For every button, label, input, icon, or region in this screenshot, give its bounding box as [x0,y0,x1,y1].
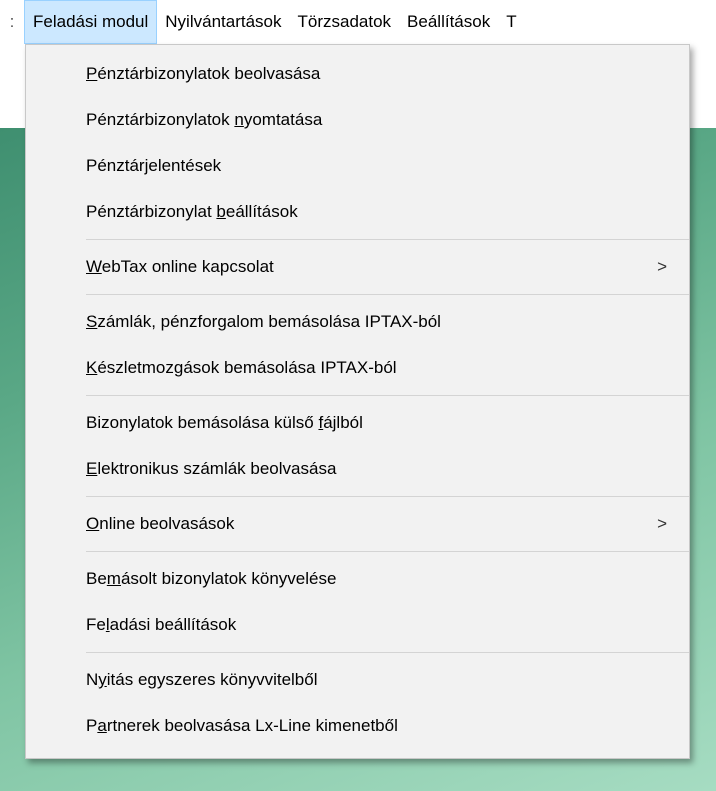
menu-item-label: Feladási beállítások [86,615,236,635]
menu-item-webtax-online-kapcsolat[interactable]: WebTax online kapcsolat > [26,244,689,290]
menubar-separator: : [9,12,15,31]
label-text: yomtatása [243,110,323,129]
accelerator-key: O [86,514,100,533]
label-text: rtnerek beolvasása Lx-Line kimenetből [106,716,398,735]
accelerator-key: n [234,110,244,129]
menu-item-bizonylatok-bemasolasa-kulso-fajlbol[interactable]: Bizonylatok bemásolása külső fájlból [26,400,689,446]
label-text: P [86,716,98,735]
menu-separator [86,294,689,295]
accelerator-key: a [97,716,107,735]
menu-item-label: Elektronikus számlák beolvasása [86,459,336,479]
label-text: észletmozgások bemásolása IPTAX-ból [97,358,397,377]
menu-separator [86,496,689,497]
menu-item-label: Pénztárbizonylatok nyomtatása [86,110,322,130]
menu-item-penztarbizonylatok-nyomtatasa[interactable]: Pénztárbizonylatok nyomtatása [26,97,689,143]
menu-truncated-item[interactable]: T [498,0,524,44]
menu-item-penztarbizonylat-beallitasok[interactable]: Pénztárbizonylat beállítások [26,189,689,235]
accelerator-key: P [86,64,98,83]
menu-item-elektronikus-szamlak-beolvasasa[interactable]: Elektronikus számlák beolvasása [26,446,689,492]
label-text: nline beolvasások [99,514,235,533]
menu-torzsadatok[interactable]: Törzsadatok [290,0,400,44]
label-text: lektronikus számlák beolvasása [97,459,337,478]
menu-item-feladasi-beallitasok[interactable]: Feladási beállítások [26,602,689,648]
dropdown-item-list: Pénztárbizonylatok beolvasása Pénztárbizo… [26,45,689,749]
menu-item-label: Partnerek beolvasása Lx-Line kimenetből [86,716,398,736]
menu-item-bemasolt-bizonylatok-konyvelese[interactable]: Bemásolt bizonylatok könyvelése [26,556,689,602]
menu-item-szamlak-penzforgalom-bemasolasa[interactable]: Számlák, pénzforgalom bemásolása IPTAX-b… [26,299,689,345]
menu-item-penztarjelentesek[interactable]: Pénztárjelentések [26,143,689,189]
menu-item-label: Számlák, pénzforgalom bemásolása IPTAX-b… [86,312,441,332]
label-text: Pénztárbizonylatok [86,110,235,129]
menu-nyilvantartasok[interactable]: Nyilvántartások [157,0,289,44]
accelerator-key: m [106,569,121,588]
menu-item-partnerek-beolvasasa[interactable]: Partnerek beolvasása Lx-Line kimenetből [26,703,689,749]
menu-item-label: Online beolvasások [86,514,234,534]
label-text: N [86,670,99,689]
label-text: Fe [86,615,106,634]
accelerator-key: K [86,358,98,377]
label-text: Bizonylatok bemásolása külső [86,413,319,432]
chevron-right-icon: > [657,514,667,533]
label-text: ájlból [323,413,363,432]
menu-separator [86,652,689,653]
menu-item-label: Nyitás egyszeres könyvvitelből [86,670,318,690]
label-text: Pénztár [86,156,145,175]
menu-bar: : Feladási modul Nyilvántartások Törzsad… [0,0,716,44]
label-text: elentések [148,156,222,175]
menu-item-keszletmozgasok-bemasolasa[interactable]: Készletmozgások bemásolása IPTAX-ból [26,345,689,391]
accelerator-key: E [86,459,98,478]
label-text: énztárbizonylatok beolvasása [97,64,321,83]
accelerator-key: W [86,257,102,276]
menu-item-online-beolvasasok[interactable]: Online beolvasások > [26,501,689,547]
label-text: Pénztárbizonylat [86,202,217,221]
label-text: ásolt bizonylatok könyvelése [120,569,337,588]
menu-item-nyitas-egyszeres-konyvvitelbol[interactable]: Nyitás egyszeres könyvvitelből [26,657,689,703]
accelerator-key: b [216,202,226,221]
menu-separator [86,551,689,552]
label-text: itás egyszeres könyvvitelből [106,670,318,689]
accelerator-key: y [98,670,107,689]
menu-item-label: Bemásolt bizonylatok könyvelése [86,569,336,589]
menu-item-label: Pénztárjelentések [86,156,221,176]
chevron-right-icon: > [657,257,667,276]
label-text: adási beállítások [109,615,237,634]
menu-item-label: Pénztárbizonylat beállítások [86,202,298,222]
menu-item-penztarbizonylatok-beolvasasa[interactable]: Pénztárbizonylatok beolvasása [26,51,689,97]
menu-item-label: Készletmozgások bemásolása IPTAX-ból [86,358,397,378]
accelerator-key: S [86,312,98,331]
menu-item-label: WebTax online kapcsolat [86,257,274,277]
menu-separator [86,239,689,240]
label-text: ebTax online kapcsolat [101,257,274,276]
menu-item-label: Bizonylatok bemásolása külső fájlból [86,413,363,433]
feladasi-modul-dropdown: Pénztárbizonylatok beolvasása Pénztárbizo… [25,44,690,759]
menu-separator [86,395,689,396]
menu-item-label: Pénztárbizonylatok beolvasása [86,64,320,84]
label-text: Be [86,569,107,588]
label-text: eállítások [225,202,298,221]
menu-feladasi-modul[interactable]: Feladási modul [24,0,158,44]
menu-beallitasok[interactable]: Beállítások [399,0,498,44]
label-text: zámlák, pénzforgalom bemásolása IPTAX-bó… [97,312,441,331]
